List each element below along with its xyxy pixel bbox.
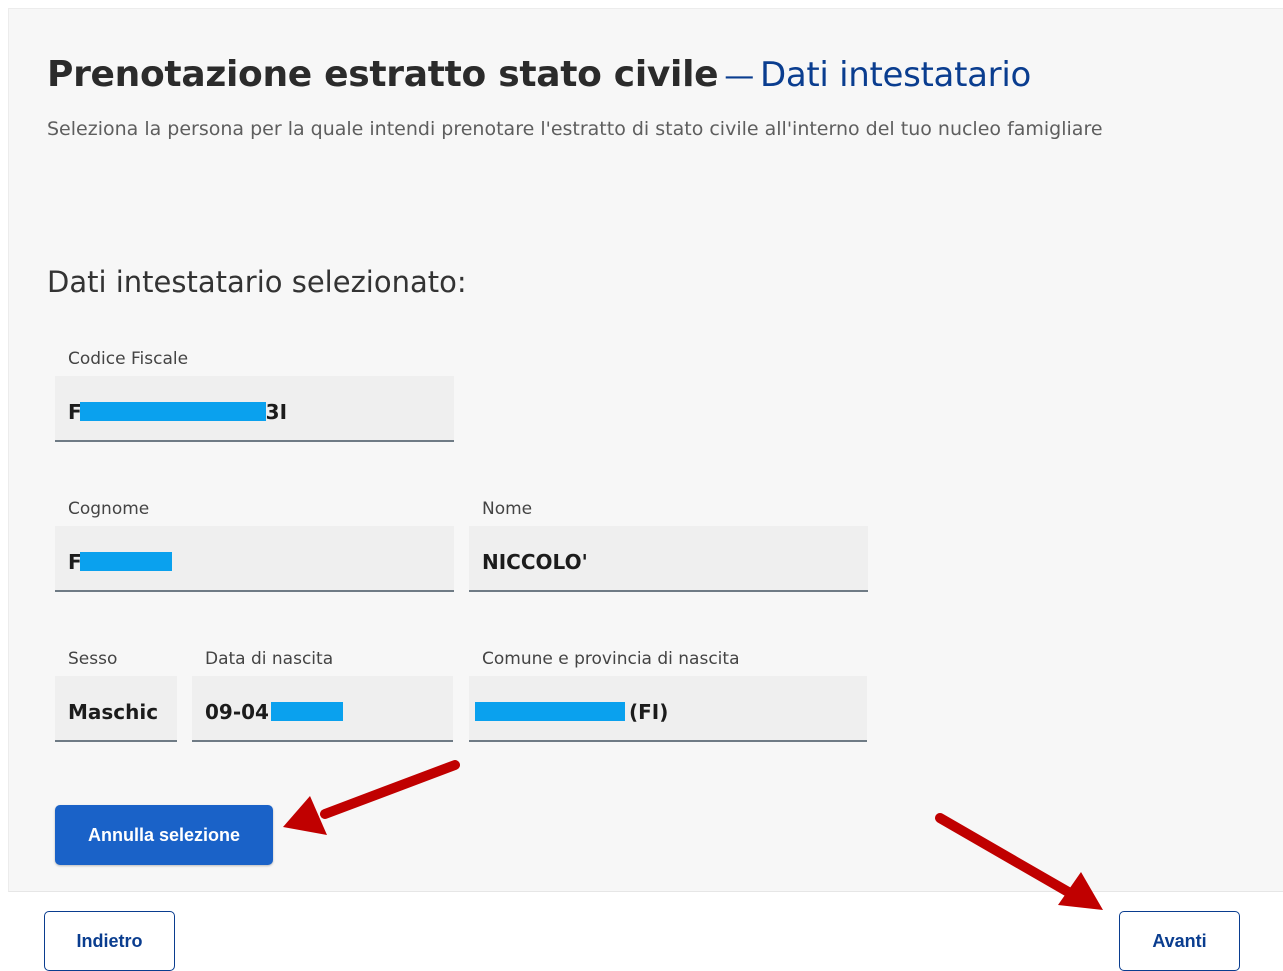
arrow-to-avanti (935, 813, 1103, 910)
annotation-arrows (283, 760, 1103, 910)
arrow-to-annulla (283, 760, 460, 835)
